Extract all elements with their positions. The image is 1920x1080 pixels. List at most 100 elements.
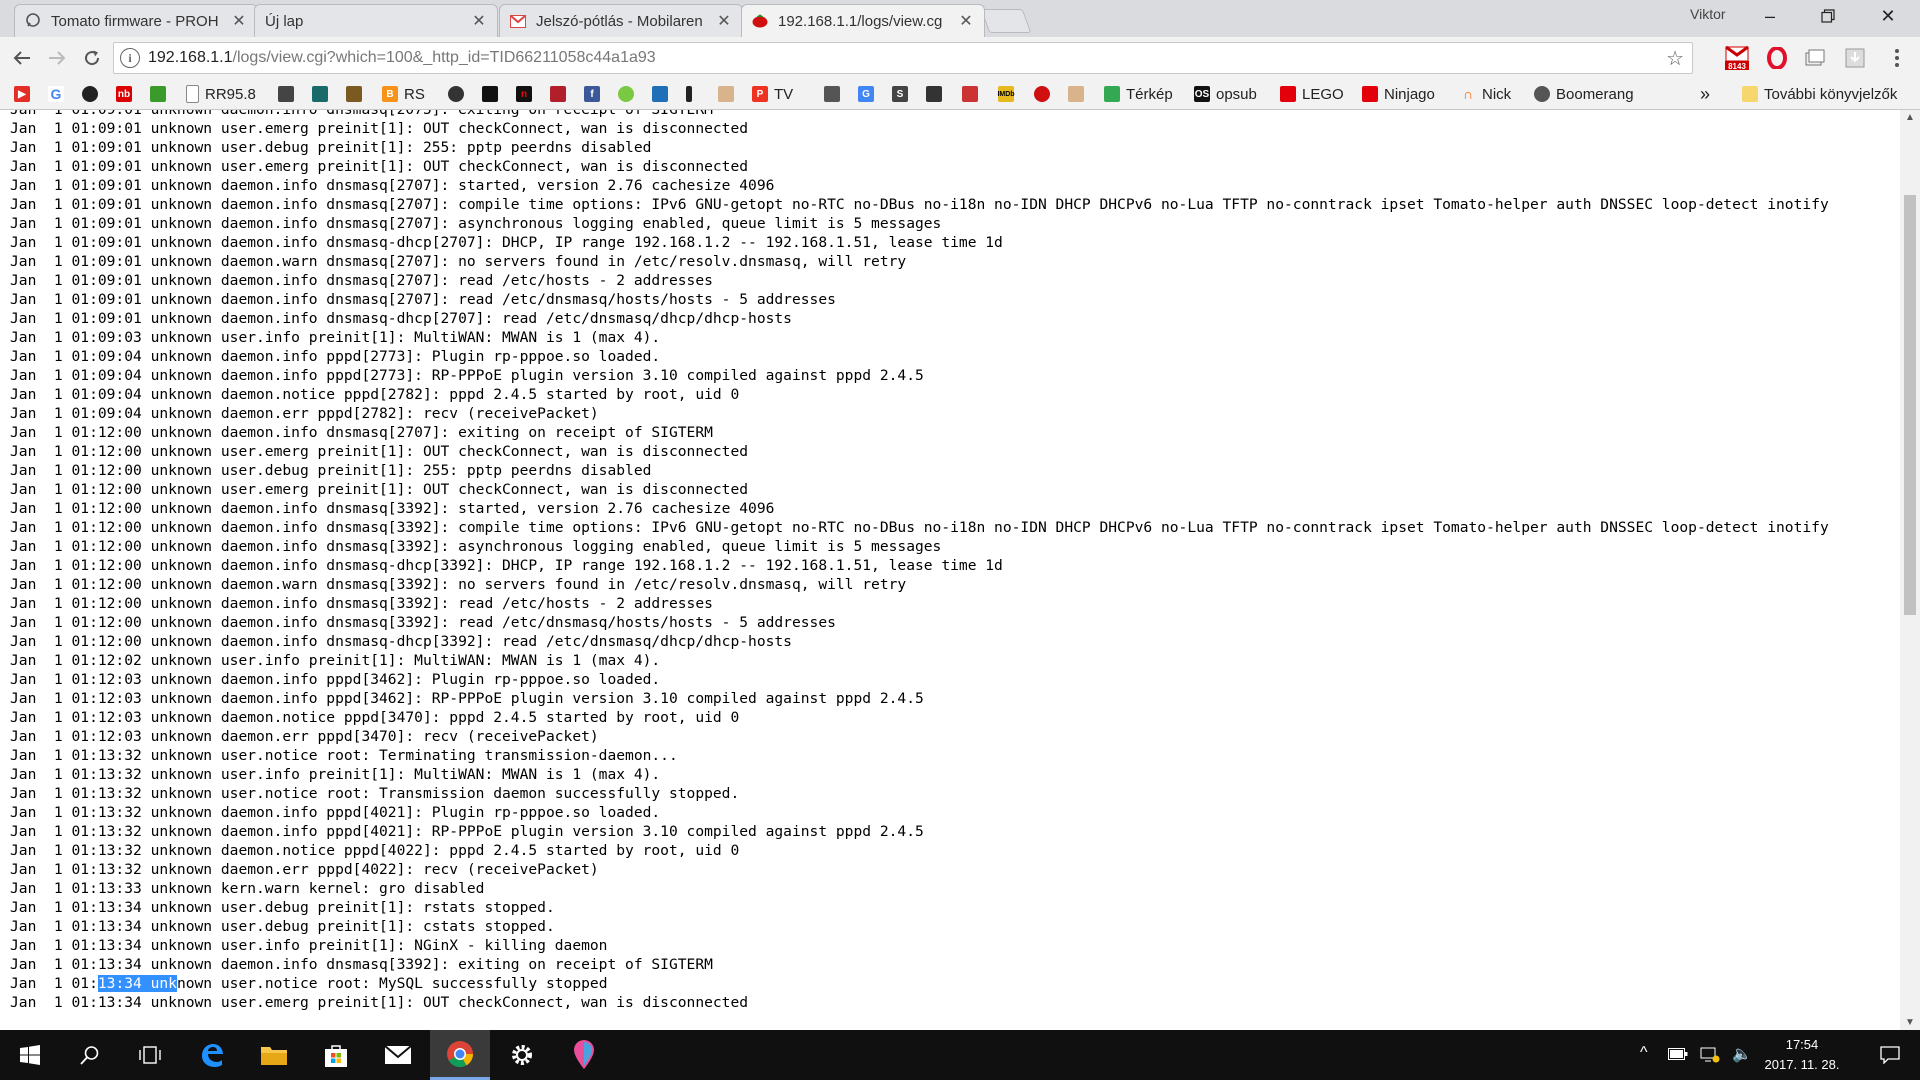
taskbar-file-explorer[interactable] bbox=[244, 1030, 304, 1080]
network-icon[interactable] bbox=[1700, 1045, 1720, 1068]
bookmark-rr958[interactable]: RR95.8 bbox=[186, 84, 256, 104]
bookmark-square[interactable] bbox=[652, 84, 674, 104]
bookmark-lemur[interactable] bbox=[346, 84, 368, 104]
taskbar-settings[interactable] bbox=[492, 1030, 552, 1080]
vertical-scrollbar[interactable]: ▲ ▼ bbox=[1900, 110, 1920, 1030]
new-tab-button[interactable] bbox=[980, 9, 1032, 33]
chrome-menu-button[interactable] bbox=[1884, 45, 1910, 71]
tab-close-icon[interactable]: ✕ bbox=[231, 11, 247, 31]
opera-vpn-extension[interactable] bbox=[1764, 45, 1790, 71]
minimize-button[interactable]: – bbox=[1742, 0, 1798, 32]
download-extension[interactable] bbox=[1842, 45, 1868, 71]
mail-icon bbox=[384, 1045, 412, 1064]
restore-button[interactable] bbox=[1800, 0, 1856, 32]
bookmark-ninjago[interactable]: Ninjago bbox=[1362, 84, 1435, 104]
tab-close-icon[interactable]: ✕ bbox=[958, 11, 974, 31]
scrollbar-thumb[interactable] bbox=[1904, 195, 1916, 615]
url-text[interactable]: 192.168.1.1/logs/view.cgi?which=100&_htt… bbox=[148, 49, 656, 67]
mojo-icon bbox=[962, 86, 978, 102]
taskbar-clock[interactable]: 17:54 2017. 11. 28. bbox=[1760, 1035, 1844, 1075]
bookmark-swirl[interactable] bbox=[618, 84, 640, 104]
bookmark-router[interactable] bbox=[824, 84, 846, 104]
log-line: Jan 1 01:13:32 unknown daemon.err pppd[4… bbox=[10, 861, 599, 878]
tab-tomato-firmware[interactable]: Tomato firmware - PROH ✕ bbox=[14, 4, 258, 37]
bookmark-wheel[interactable] bbox=[448, 84, 470, 104]
tab-gmail[interactable]: Jelszó-pótlás - Mobilaren ✕ bbox=[499, 4, 743, 37]
bookmarks-bar: ▶ G nb RR95.8 B RS n f P TV G S IMDb Térké… bbox=[0, 79, 1920, 110]
bookmark-imdb[interactable]: IMDb bbox=[997, 84, 1020, 104]
close-window-button[interactable]: ✕ bbox=[1860, 0, 1916, 32]
tab-new-tab[interactable]: Új lap ✕ bbox=[254, 4, 498, 37]
kebab-menu-icon bbox=[1895, 49, 1899, 67]
forward-button[interactable] bbox=[42, 43, 72, 73]
bookmark-tomato[interactable] bbox=[1034, 84, 1056, 104]
blue-square-icon bbox=[652, 86, 668, 102]
scroll-up-arrow-icon[interactable]: ▲ bbox=[1905, 112, 1915, 123]
taskbar-mail[interactable] bbox=[368, 1030, 428, 1080]
bookmark-chart[interactable] bbox=[312, 84, 334, 104]
bookmarks-overflow-button[interactable]: » bbox=[1700, 84, 1710, 104]
bookmark-bar[interactable] bbox=[686, 84, 698, 104]
taskbar-store[interactable] bbox=[306, 1030, 366, 1080]
bookmark-lego[interactable]: LEGO bbox=[1280, 84, 1344, 104]
bookmark-tv[interactable]: P TV bbox=[752, 84, 793, 104]
bookmark-car[interactable] bbox=[278, 84, 300, 104]
bookmark-opsub[interactable]: OS opsub bbox=[1194, 84, 1257, 104]
tab-close-icon[interactable]: ✕ bbox=[471, 11, 487, 31]
page-icon bbox=[186, 85, 199, 103]
page-content: Jan 1 01:09:01 unknown daemon.info dnsma… bbox=[0, 110, 1900, 1030]
bookmark-google[interactable]: G bbox=[48, 84, 70, 104]
bookmark-label: Ninjago bbox=[1384, 85, 1435, 103]
reload-button[interactable] bbox=[77, 43, 107, 73]
bookmark-gift[interactable] bbox=[926, 84, 948, 104]
back-button[interactable] bbox=[7, 43, 37, 73]
bookmark-soccer[interactable] bbox=[82, 84, 104, 104]
translate-icon: G bbox=[858, 86, 874, 102]
bookmark-youtube[interactable]: ▶ bbox=[14, 84, 36, 104]
reload-icon bbox=[85, 50, 100, 66]
other-bookmarks-folder[interactable]: További könyvjelzők bbox=[1742, 84, 1897, 104]
bookmark-box[interactable] bbox=[718, 84, 740, 104]
tab-router-log[interactable]: 192.168.1.1/logs/view.cg ✕ bbox=[741, 4, 985, 37]
log-line: Jan 1 01:12:00 unknown user.emerg preini… bbox=[10, 443, 749, 460]
search-button[interactable] bbox=[60, 1030, 120, 1080]
bookmark-facebook[interactable]: f bbox=[584, 84, 606, 104]
gmail-checker-extension[interactable]: 8143 bbox=[1724, 45, 1750, 71]
bookmark-green[interactable] bbox=[150, 84, 172, 104]
start-button[interactable] bbox=[0, 1030, 60, 1080]
taskbar-edge[interactable] bbox=[182, 1030, 242, 1080]
bookmark-translate[interactable]: G bbox=[858, 84, 880, 104]
scroll-down-arrow-icon[interactable]: ▼ bbox=[1905, 1017, 1915, 1028]
log-line: Jan 1 01:13:32 unknown user.notice root:… bbox=[10, 785, 740, 802]
bookmark-rs[interactable]: B RS bbox=[382, 84, 425, 104]
bookmark-nick[interactable]: ∩ Nick bbox=[1460, 84, 1511, 104]
task-view-button[interactable] bbox=[120, 1030, 180, 1080]
tabs-extension[interactable] bbox=[1802, 45, 1828, 71]
address-bar[interactable]: i 192.168.1.1/logs/view.cgi?which=100&_h… bbox=[113, 42, 1693, 74]
battery-icon[interactable] bbox=[1668, 1047, 1688, 1065]
bookmark-s[interactable]: S bbox=[892, 84, 914, 104]
bookmark-mojo[interactable] bbox=[962, 84, 984, 104]
bookmark-grid[interactable] bbox=[550, 84, 572, 104]
info-icon[interactable]: i bbox=[120, 48, 140, 68]
bookmark-film[interactable] bbox=[482, 84, 504, 104]
log-line: Jan 1 01:12:00 unknown daemon.info dnsma… bbox=[10, 538, 942, 555]
log-view[interactable]: Jan 1 01:09:01 unknown daemon.info dnsma… bbox=[0, 110, 1900, 1012]
taskbar-maps[interactable] bbox=[554, 1030, 614, 1080]
bookmark-terkep[interactable]: Térkép bbox=[1104, 84, 1173, 104]
bookmark-nb[interactable]: nb bbox=[116, 84, 138, 104]
profile-name[interactable]: Viktor bbox=[1690, 6, 1726, 22]
taskbar-chrome[interactable] bbox=[430, 1030, 490, 1080]
bookmark-star-icon[interactable]: ☆ bbox=[1666, 46, 1684, 71]
volume-icon[interactable]: 🔈 bbox=[1732, 1044, 1752, 1064]
action-center-button[interactable] bbox=[1860, 1030, 1920, 1080]
bookmark-netflix[interactable]: n bbox=[516, 84, 538, 104]
bookmark-box2[interactable] bbox=[1068, 84, 1090, 104]
browser-toolbar: i 192.168.1.1/logs/view.cgi?which=100&_h… bbox=[0, 37, 1920, 79]
tab-close-icon[interactable]: ✕ bbox=[716, 11, 732, 31]
log-line: Jan 1 01:12:00 unknown daemon.info dnsma… bbox=[10, 500, 775, 517]
gmail-unread-badge: 8143 bbox=[1728, 62, 1746, 71]
log-line: Jan 1 01:09:04 unknown daemon.info pppd[… bbox=[10, 367, 924, 384]
bookmark-boomerang[interactable]: Boomerang bbox=[1534, 84, 1634, 104]
tray-overflow-chevron-icon[interactable]: ^ bbox=[1640, 1044, 1648, 1062]
